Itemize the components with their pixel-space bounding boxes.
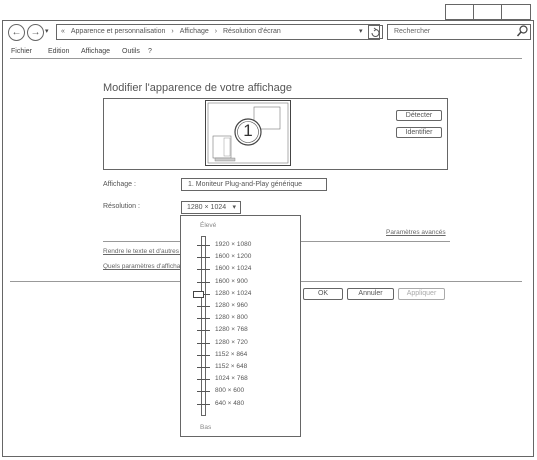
resolution-option[interactable]: 1280 × 960 [215,302,248,309]
maximize-button[interactable] [473,4,503,20]
menu-file[interactable]: Fichier [11,48,32,55]
resolution-tick [197,342,210,344]
resolution-option[interactable]: 1600 × 900 [215,278,248,285]
which-settings-link[interactable]: Quels paramètres d'affichage dois-je cho… [103,263,180,270]
resolution-select[interactable]: 1280 × 1024 ▾ [181,201,241,214]
arrow-right-icon: → [30,27,41,38]
low-label: Bas [200,424,212,431]
minimize-button[interactable] [445,4,475,20]
address-bar[interactable]: « Apparence et personnalisation › Affich… [56,24,380,40]
resolution-option[interactable]: 1600 × 1200 [215,253,251,260]
menu-tools[interactable]: Outils [122,48,140,55]
resolution-option[interactable]: 1280 × 720 [215,339,248,346]
text-size-link[interactable]: Rendre le texte et d'autres éléments plu… [103,248,180,255]
resolution-tick [197,245,210,246]
resolution-tick [197,257,210,259]
resolution-option[interactable]: 1152 × 648 [215,363,247,370]
chevron-down-icon: ▾ [232,204,236,211]
resolution-tick [197,403,210,405]
resolution-tick [197,354,210,356]
resolution-tick [197,330,210,332]
chevron-down-icon: ▾ [45,28,49,35]
advanced-settings-link[interactable]: Paramètres avancés [386,229,446,236]
menu-divider [10,58,522,59]
resolution-option[interactable]: 1600 × 1024 [215,265,251,272]
resolution-option[interactable]: 1280 × 1024 [215,290,251,297]
resolution-slider-track[interactable] [201,236,206,416]
resolution-option[interactable]: 1920 × 1080 [215,241,251,248]
search-button[interactable] [516,24,529,43]
refresh-icon [371,27,380,37]
breadcrumb-separator: › [171,28,174,35]
cancel-button[interactable]: Annuler [347,288,394,300]
resolution-option[interactable]: 1152 × 864 [215,351,247,358]
resolution-tick [197,269,210,271]
breadcrumb-item[interactable]: Affichage [176,28,209,35]
resolution-option[interactable]: 640 × 480 [215,400,244,407]
display-select[interactable]: 1. Moniteur Plug-and-Play générique [181,178,327,191]
apply-button[interactable]: Appliquer [398,288,445,300]
close-button[interactable] [501,4,531,20]
arrow-left-icon: ← [11,27,22,38]
resolution-slider-thumb[interactable] [193,290,204,298]
search-icon [516,25,528,37]
resolution-tick [197,318,210,320]
refresh-button[interactable] [368,25,383,39]
breadcrumb-item[interactable]: Apparence et personnalisation [67,28,166,35]
resolution-tick [197,306,210,307]
resolution-label: Résolution : [103,203,140,210]
resolution-option[interactable]: 1024 × 768 [215,375,248,382]
resolution-option[interactable]: 1280 × 768 [215,326,248,333]
search-input[interactable]: Rechercher [387,24,531,40]
display-select-value: 1. Moniteur Plug-and-Play générique [188,181,303,188]
search-placeholder: Rechercher [394,28,431,35]
menu-help[interactable]: ? [148,48,152,55]
display-label: Affichage : [103,181,136,188]
back-button[interactable]: ← [8,24,25,41]
breadcrumb-separator: › [214,28,218,35]
which-settings-link-wrap: Quels paramètres d'affichage dois-je cho… [103,263,180,270]
resolution-tick [197,391,210,393]
monitor-number: 1 [243,121,253,140]
address-dropdown-button[interactable]: ▾ [359,27,363,35]
menu-view[interactable]: Affichage [81,48,110,55]
resolution-option[interactable]: 1280 × 800 [215,314,248,321]
resolution-tick [197,281,210,283]
forward-button[interactable]: → [27,24,44,41]
recent-pages-button[interactable]: ▾ [45,27,49,35]
menu-edit[interactable]: Edition [48,48,69,55]
chevron-down-icon: ▾ [359,28,363,35]
ok-button[interactable]: OK [303,288,343,300]
resolution-option[interactable]: 800 × 600 [215,387,244,394]
text-size-link-wrap: Rendre le texte et d'autres éléments plu… [103,248,180,255]
address-overflow-icon: « [61,28,65,35]
breadcrumb-item[interactable]: Résolution d'écran [219,28,281,35]
identify-button[interactable]: Identifier [396,127,442,138]
resolution-select-value: 1280 × 1024 [187,204,227,211]
resolution-tick [197,367,210,368]
detect-button[interactable]: Détecter [396,110,442,121]
resolution-tick [197,379,210,381]
page-title: Modifier l'apparence de votre affichage [103,82,293,94]
high-label: Élevé [200,222,217,229]
